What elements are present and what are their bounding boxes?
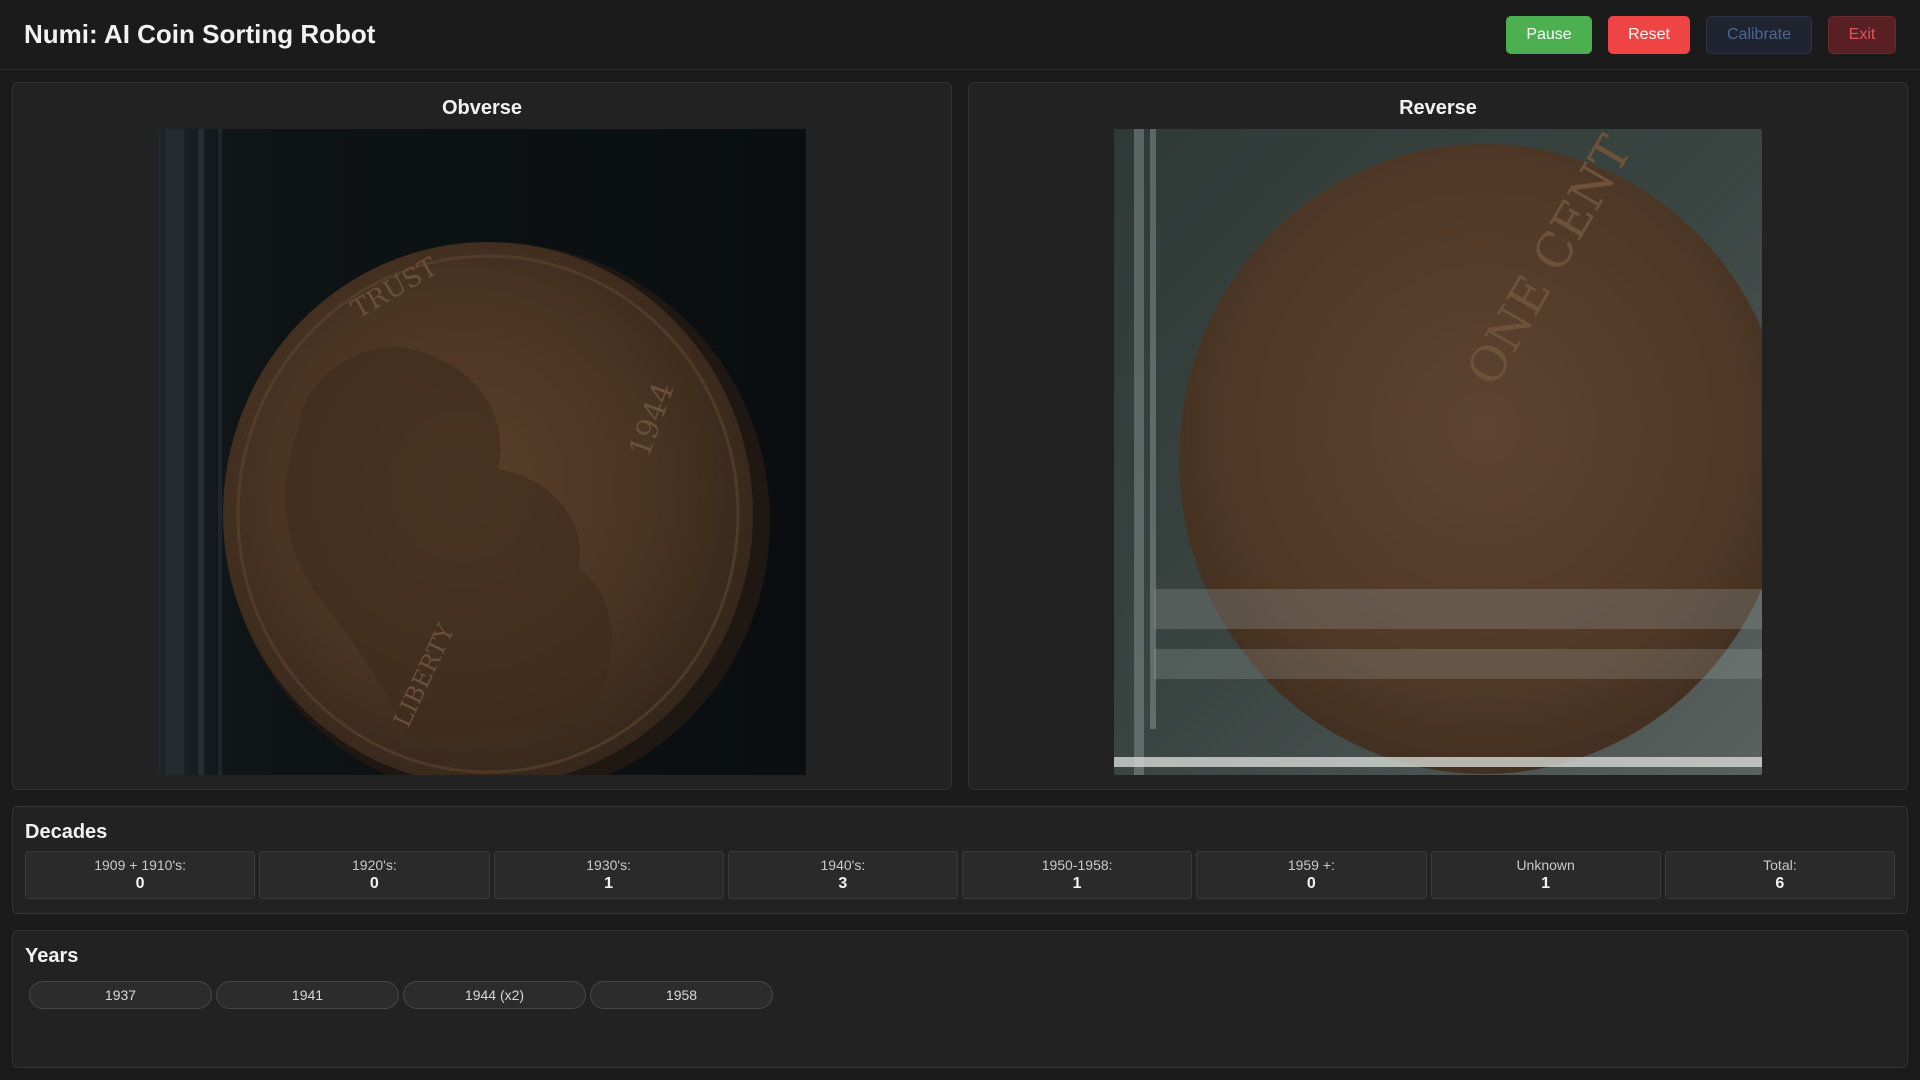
- decades-row: 1909 + 1910's: 0 1920's: 0 1930's: 1 194…: [25, 851, 1895, 899]
- top-bar: Numi: AI Coin Sorting Robot Pause Reset …: [0, 0, 1920, 70]
- decade-cell: 1959 +: 0: [1196, 851, 1427, 899]
- decade-count: 6: [1775, 874, 1785, 892]
- decade-count: 0: [1306, 874, 1316, 892]
- decade-count: 0: [369, 874, 379, 892]
- decades-title: Decades: [25, 821, 108, 843]
- year-pill[interactable]: 1944 (x2): [403, 981, 586, 1009]
- year-pill[interactable]: 1937: [29, 981, 212, 1009]
- decade-label: 1959 +:: [1287, 856, 1335, 873]
- decade-count: 1: [604, 874, 614, 892]
- year-pill[interactable]: 1958: [590, 981, 773, 1009]
- years-title: Years: [25, 945, 79, 967]
- obverse-image: TRUST 1944 LIBERTY: [158, 129, 806, 775]
- decade-cell: 1920's: 0: [259, 851, 490, 899]
- decade-label: 1920's:: [352, 856, 397, 873]
- decade-cell-total: Total: 6: [1664, 851, 1895, 899]
- decade-cell: 1940's: 3: [727, 851, 958, 899]
- decade-cell-unknown: Unknown 1: [1430, 851, 1661, 899]
- decade-count: 0: [135, 874, 145, 892]
- decade-label: Total:: [1763, 856, 1797, 873]
- decade-label: 1940's:: [820, 856, 866, 873]
- decade-label: Unknown: [1516, 856, 1575, 873]
- decade-count: 1: [1072, 874, 1082, 892]
- reverse-panel: Reverse ONE CENT: [968, 82, 1908, 790]
- decades-panel: Decades 1909 + 1910's: 0 1920's: 0 1930'…: [12, 806, 1908, 914]
- decade-label: 1950-1958:: [1041, 856, 1113, 873]
- calibrate-button[interactable]: Calibrate: [1706, 15, 1812, 54]
- decade-count: 1: [1541, 874, 1551, 892]
- obverse-title: Obverse: [441, 97, 523, 119]
- reverse-title: Reverse: [1399, 97, 1477, 119]
- decade-cell: 1909 + 1910's: 0: [25, 851, 256, 899]
- decade-count: 3: [838, 874, 848, 892]
- exit-button[interactable]: Exit: [1828, 15, 1896, 54]
- app-title: Numi: AI Coin Sorting Robot: [24, 19, 376, 49]
- decade-cell: 1930's: 1: [493, 851, 724, 899]
- pause-button[interactable]: Pause: [1506, 15, 1592, 54]
- year-pill[interactable]: 1941: [216, 981, 399, 1009]
- years-list: 1937 1941 1944 (x2) 1958: [29, 981, 773, 1009]
- decade-cell: 1950-1958: 1: [962, 851, 1193, 899]
- decade-label: 1909 + 1910's:: [94, 856, 187, 873]
- years-panel: Years 1937 1941 1944 (x2) 1958: [12, 930, 1908, 1068]
- reset-button[interactable]: Reset: [1608, 15, 1690, 54]
- decade-label: 1930's:: [586, 856, 631, 873]
- obverse-panel: Obverse TRUST 1944 LIBERTY: [12, 82, 952, 790]
- control-buttons: Pause Reset Calibrate Exit: [1506, 15, 1896, 54]
- reverse-image: ONE CENT: [1114, 129, 1762, 775]
